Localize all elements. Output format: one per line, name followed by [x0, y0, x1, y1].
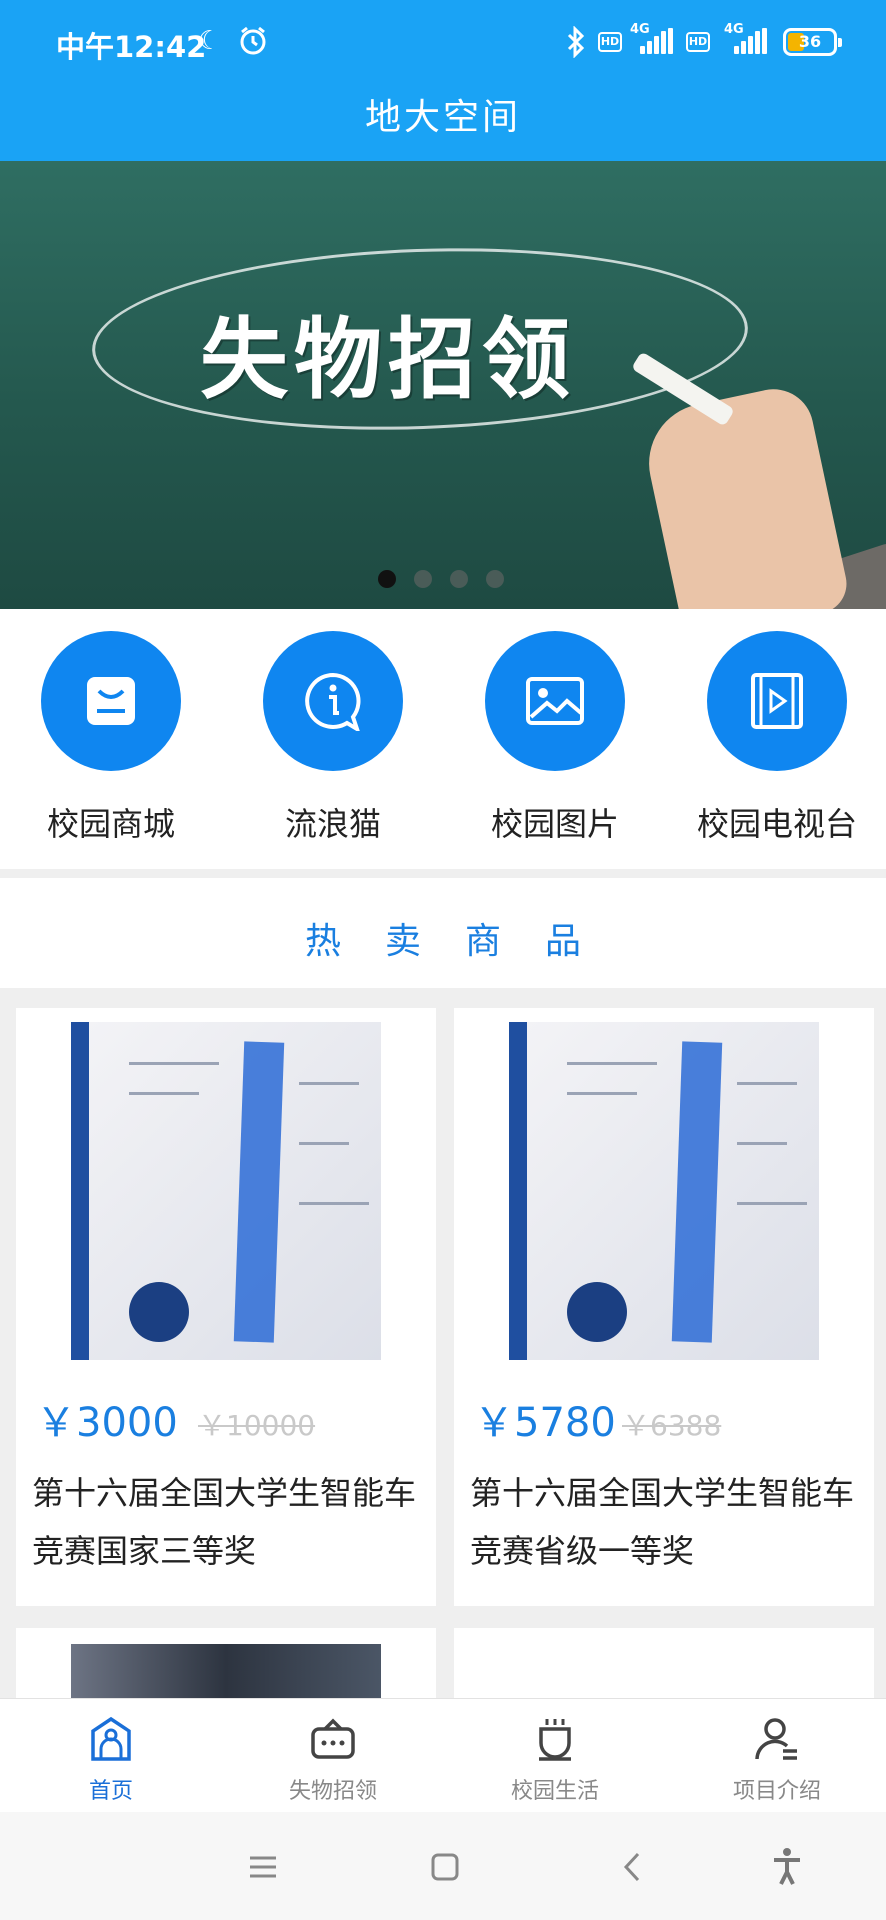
tab-project-intro[interactable]: 项目介绍 [677, 1711, 877, 1811]
video-icon [751, 673, 803, 729]
product-price: ￥5780 [474, 1400, 616, 1446]
app-header: 中午12:42 ☾ HD 4G HD 4G 36 地大空间 [0, 0, 886, 161]
info-bubble-icon [305, 672, 361, 731]
menu-campus-photos[interactable]: 校园图片 [455, 631, 655, 851]
battery-icon: 36 [783, 28, 842, 56]
product-card[interactable]: ￥5780 ￥6388 第十六届全国大学生智能车竞赛省级一等奖 [454, 1008, 874, 1606]
cup-icon [539, 1719, 571, 1761]
tab-label: 项目介绍 [732, 1779, 821, 1804]
tab-campus-life[interactable]: 校园生活 [455, 1711, 655, 1811]
carousel-indicator [378, 570, 508, 590]
shop-bag-icon [87, 677, 135, 725]
menu-icon-circle [707, 631, 847, 771]
product-original-price: ￥10000 [198, 1409, 316, 1442]
status-time: 中午12:42 [56, 30, 207, 64]
status-bar: 中午12:42 ☾ HD 4G HD 4G 36 [0, 0, 886, 84]
tab-label: 失物招领 [288, 1779, 377, 1804]
menu-label: 流浪猫 [284, 805, 381, 843]
page-title: 地大空间 [364, 97, 521, 138]
bluetooth-icon [566, 25, 586, 59]
product-card-partial[interactable] [16, 1628, 436, 1698]
product-original-price: ￥6388 [622, 1409, 722, 1442]
carousel-dot[interactable] [450, 570, 468, 588]
product-name: 第十六届全国大学生智能车竞赛国家三等奖 [32, 1474, 417, 1570]
product-image [71, 1022, 381, 1360]
carousel-dot[interactable] [486, 570, 504, 588]
menu-icon[interactable] [238, 1842, 288, 1892]
menu-label: 校园图片 [490, 805, 619, 843]
tab-label: 首页 [88, 1779, 133, 1804]
hd-badge-1: HD [598, 32, 622, 52]
hd-badge-2: HD [686, 32, 710, 52]
hot-products-header: 热卖商品 [0, 878, 886, 988]
message-box-icon [311, 1718, 355, 1759]
product-image [71, 1644, 381, 1698]
menu-icon-circle [41, 631, 181, 771]
system-nav-bar [0, 1812, 886, 1920]
tab-lost-found[interactable]: 失物招领 [233, 1711, 433, 1811]
product-image [509, 1022, 819, 1360]
product-price: ￥3000 [36, 1400, 178, 1446]
home-square-icon[interactable] [420, 1842, 470, 1892]
menu-stray-cats[interactable]: 流浪猫 [233, 631, 433, 851]
menu-campus-shop[interactable]: 校园商城 [11, 631, 211, 851]
quick-menu: 校园商城 流浪猫 校园图片 校园电视台 [0, 609, 886, 869]
back-icon[interactable] [608, 1842, 658, 1892]
product-name: 第十六届全国大学生智能车竞赛省级一等奖 [470, 1474, 855, 1570]
home-icon [91, 1716, 131, 1761]
image-icon [526, 677, 584, 725]
product-card[interactable]: ￥3000 ￥10000 第十六届全国大学生智能车竞赛国家三等奖 [16, 1008, 436, 1606]
signal-icon-2 [734, 28, 768, 54]
section-title: 热卖商品 [304, 921, 625, 962]
menu-label: 校园商城 [46, 805, 175, 843]
signal-icon-1 [640, 28, 674, 54]
carousel-dot[interactable] [414, 570, 432, 588]
accessibility-icon[interactable] [762, 1842, 812, 1892]
product-card-partial[interactable] [454, 1628, 874, 1698]
moon-icon: ☾ [198, 26, 222, 56]
bottom-tab-bar: 首页 失物招领 校园生活 项目介绍 [0, 1698, 886, 1812]
menu-label: 校园电视台 [696, 805, 857, 843]
alarm-icon [238, 26, 268, 56]
battery-level: 36 [798, 32, 822, 51]
menu-campus-tv[interactable]: 校园电视台 [677, 631, 877, 851]
banner-carousel[interactable]: 失物招领 [0, 161, 886, 609]
tab-label: 校园生活 [510, 1779, 599, 1804]
menu-icon-circle [263, 631, 403, 771]
carousel-dot[interactable] [378, 570, 396, 588]
tab-home[interactable]: 首页 [11, 1711, 211, 1811]
profile-icon [755, 1718, 797, 1760]
menu-icon-circle [485, 631, 625, 771]
